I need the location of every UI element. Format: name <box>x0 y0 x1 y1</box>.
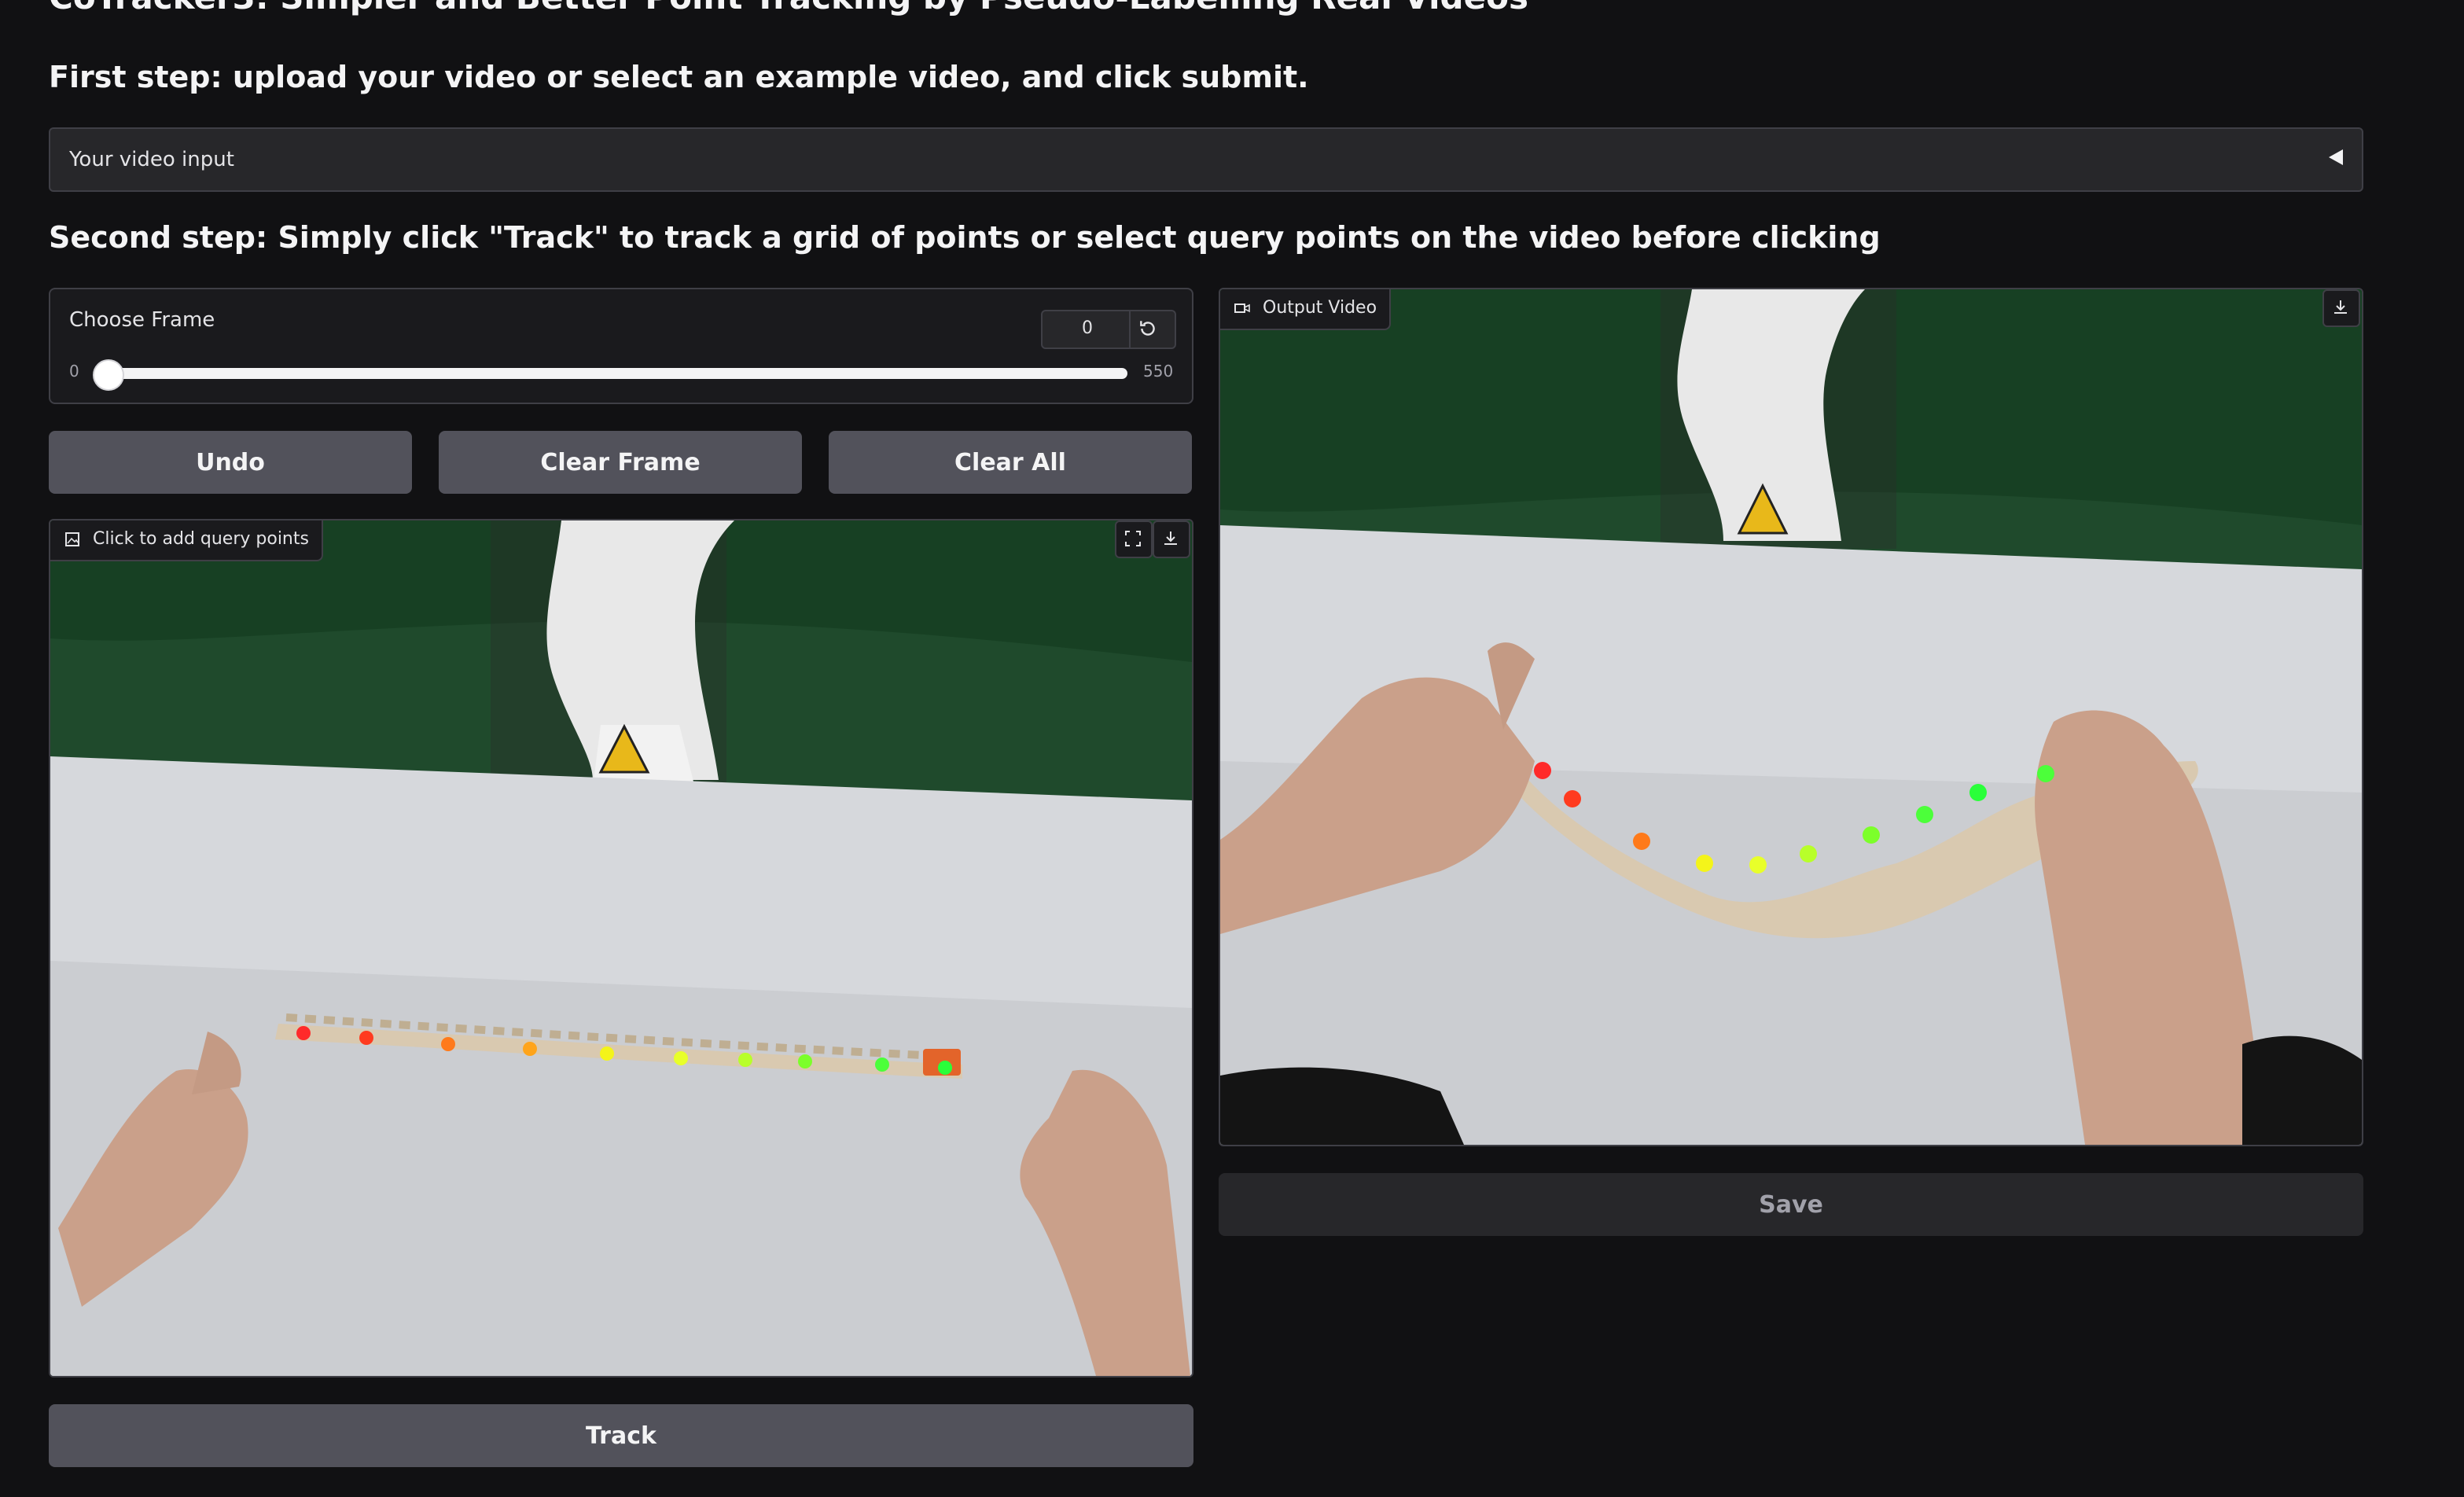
query-download-button[interactable] <box>1153 520 1190 558</box>
fullscreen-button[interactable] <box>1115 520 1153 558</box>
slider-min-label: 0 <box>69 362 79 381</box>
output-video-tag: Output Video <box>1220 289 1392 330</box>
fullscreen-icon <box>1125 531 1141 546</box>
undo-button[interactable]: Undo <box>49 431 412 494</box>
output-video[interactable]: Output Video <box>1219 288 2363 1146</box>
track-button[interactable]: Track <box>49 1404 1193 1467</box>
output-video-label: Output Video <box>1263 298 1377 318</box>
output-video-frame[interactable] <box>1220 289 2362 1145</box>
output-download-button[interactable] <box>2322 289 2360 327</box>
video-icon <box>1234 303 1250 313</box>
clear-all-button[interactable]: Clear All <box>829 431 1192 494</box>
video-input-label: Your video input <box>69 148 234 171</box>
reset-icon <box>1140 321 1155 336</box>
query-frame-picture[interactable] <box>50 520 1192 1376</box>
step-two-heading: Second step: Simply click "Track" to tra… <box>49 220 1881 255</box>
query-image-tag: Click to add query points <box>50 520 323 561</box>
query-points-image[interactable]: Click to add query points <box>49 519 1193 1377</box>
slider-track[interactable] <box>105 368 1127 379</box>
clear-frame-button[interactable]: Clear Frame <box>439 431 802 494</box>
download-icon <box>2334 300 2347 314</box>
video-input-accordion[interactable]: Your video input <box>49 127 2363 192</box>
step-one-heading: First step: upload your video or select … <box>49 60 1309 94</box>
frame-number-input[interactable]: 0 <box>1041 310 1134 349</box>
slider-thumb[interactable] <box>93 359 124 391</box>
download-icon <box>1164 531 1177 545</box>
slider-max-label: 550 <box>1143 362 1174 381</box>
save-button[interactable]: Save <box>1219 1173 2363 1236</box>
query-image-label: Click to add query points <box>93 529 309 549</box>
frame-slider-panel: Choose Frame 0 0 550 <box>49 288 1193 404</box>
image-icon <box>65 532 79 546</box>
frame-slider-label: Choose Frame <box>69 308 215 332</box>
reset-button[interactable] <box>1129 310 1176 349</box>
page-title: CoTracker3: Simpler and Better Point Tra… <box>49 0 1528 17</box>
collapse-arrow-icon[interactable] <box>2329 149 2343 165</box>
